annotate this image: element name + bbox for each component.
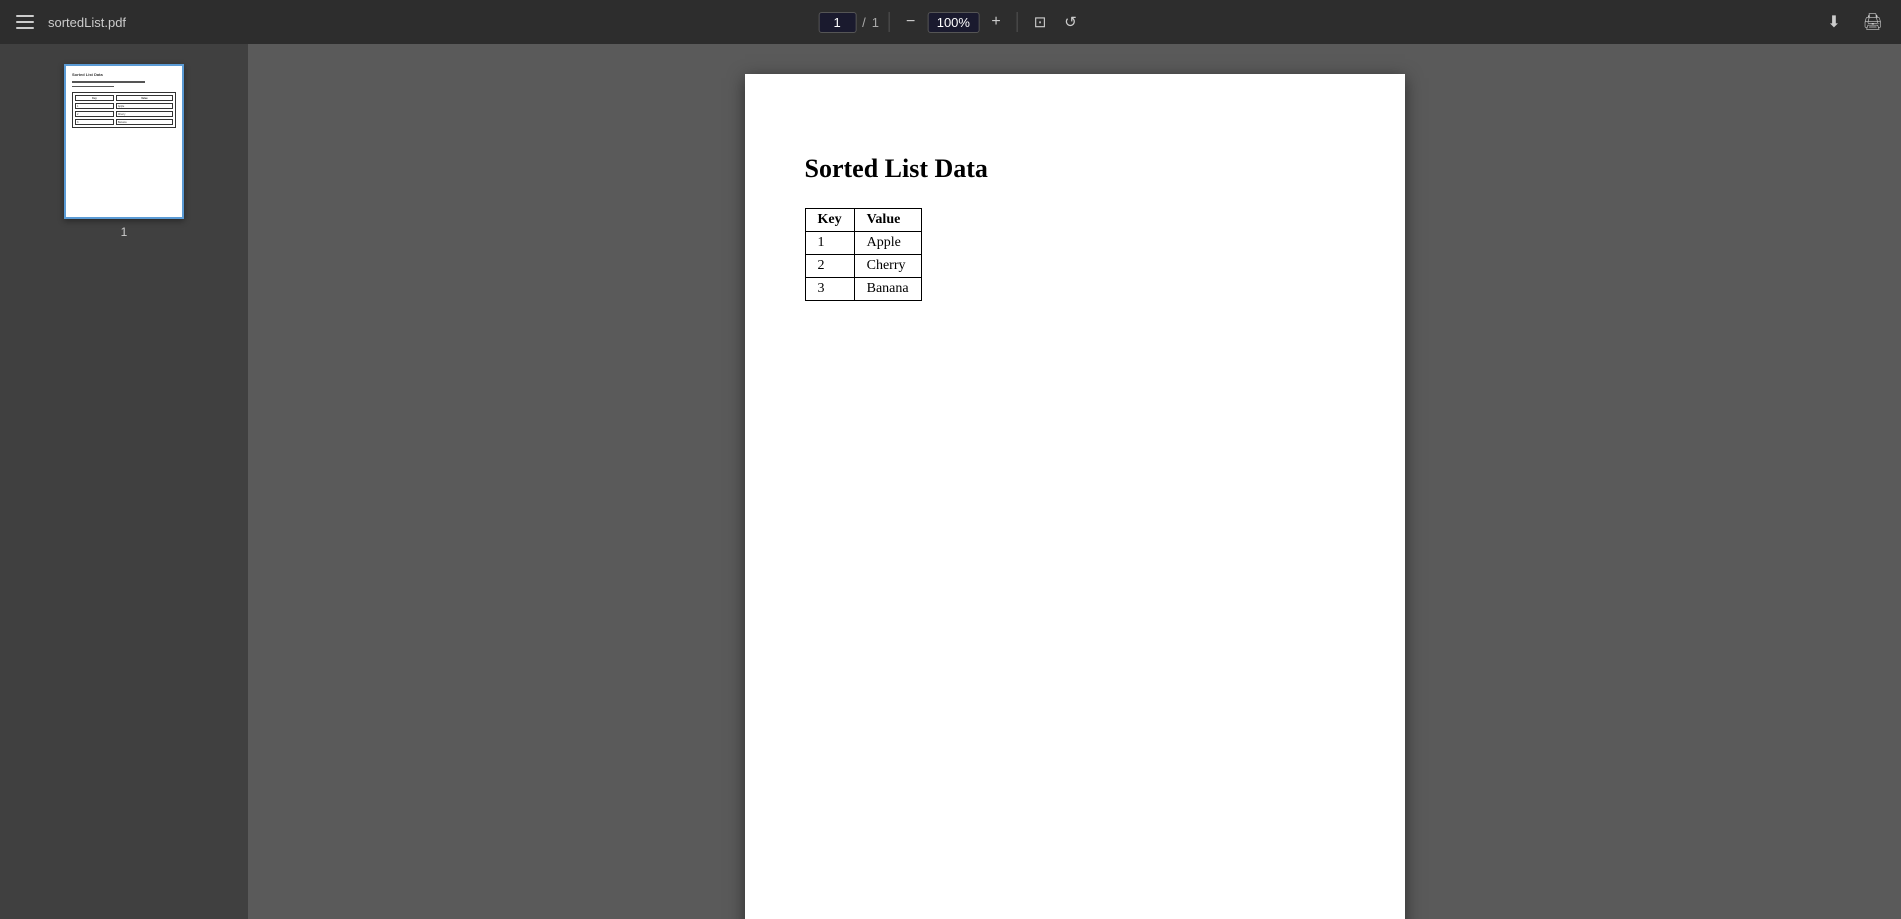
table-row: 1Apple: [805, 232, 921, 255]
download-icon: ⬇: [1827, 12, 1840, 32]
table-row: 2Cherry: [805, 255, 921, 278]
file-name: sortedList.pdf: [48, 15, 126, 30]
download-button[interactable]: ⬇: [1821, 8, 1846, 36]
pdf-viewer[interactable]: Sorted List Data Key Value 1Apple2Cherry…: [248, 44, 1901, 919]
zoom-input[interactable]: [934, 15, 972, 30]
thumbnail-page-number: 1: [121, 225, 128, 239]
presentation-icon: ⊡: [1034, 13, 1047, 31]
sidebar: Sorted List Data KeyValue 1Apple 2Cherry…: [0, 44, 248, 919]
toolbar-left: sortedList.pdf: [12, 11, 126, 33]
history-icon: ↺: [1064, 13, 1077, 31]
zoom-input-group: [927, 12, 979, 33]
page-total: 1: [872, 15, 879, 30]
toolbar-right: ⬇ 🖨: [1821, 8, 1889, 36]
table-header-value: Value: [854, 209, 921, 232]
table-row: 3Banana: [805, 278, 921, 301]
table-cell-value: Cherry: [854, 255, 921, 278]
pdf-page: Sorted List Data Key Value 1Apple2Cherry…: [745, 74, 1405, 919]
toolbar: sortedList.pdf / 1 − + ⊡ ↺ ⬇ 🖨: [0, 0, 1901, 44]
table-header-key: Key: [805, 209, 854, 232]
print-button[interactable]: 🖨: [1857, 8, 1889, 36]
table-cell-key: 2: [805, 255, 854, 278]
main-area: Sorted List Data KeyValue 1Apple 2Cherry…: [0, 44, 1901, 919]
pdf-table: Key Value 1Apple2Cherry3Banana: [805, 208, 922, 301]
divider-1: [889, 12, 890, 32]
table-cell-value: Apple: [854, 232, 921, 255]
menu-button[interactable]: [12, 11, 38, 33]
toolbar-center: / 1 − + ⊡ ↺: [818, 9, 1083, 35]
print-icon: 🖨: [1863, 12, 1883, 32]
table-cell-value: Banana: [854, 278, 921, 301]
zoom-in-button[interactable]: +: [985, 9, 1006, 35]
page-number-input[interactable]: [825, 15, 849, 30]
zoom-out-button[interactable]: −: [900, 9, 921, 35]
pdf-title: Sorted List Data: [805, 154, 1345, 184]
page-thumbnail[interactable]: Sorted List Data KeyValue 1Apple 2Cherry…: [64, 64, 184, 219]
page-separator: /: [862, 15, 866, 30]
history-button[interactable]: ↺: [1058, 9, 1083, 35]
table-cell-key: 1: [805, 232, 854, 255]
presentation-button[interactable]: ⊡: [1028, 9, 1053, 35]
page-input-group: [818, 12, 856, 33]
divider-2: [1017, 12, 1018, 32]
thumbnail-container: Sorted List Data KeyValue 1Apple 2Cherry…: [64, 64, 184, 239]
table-cell-key: 3: [805, 278, 854, 301]
